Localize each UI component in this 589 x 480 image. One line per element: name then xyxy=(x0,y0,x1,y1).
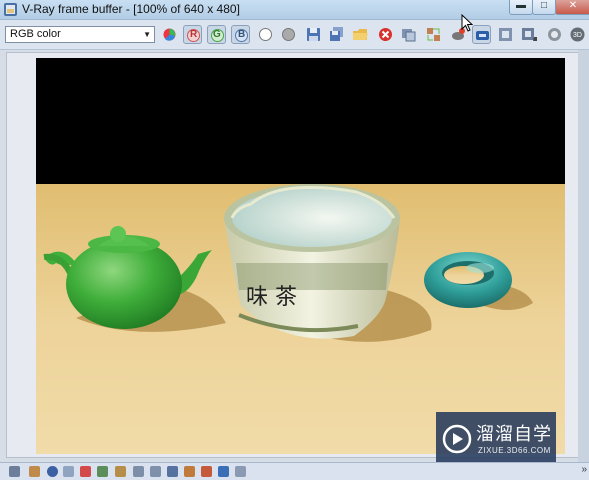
levels-icon[interactable] xyxy=(80,466,91,477)
exposure-icon[interactable] xyxy=(63,466,74,477)
red-channel-button[interactable]: R xyxy=(183,25,202,44)
status-bar: » xyxy=(0,462,589,480)
chevron-down-icon: ▼ xyxy=(143,30,151,39)
pixel-aspect-icon[interactable] xyxy=(235,466,246,477)
vertical-scrollbar[interactable] xyxy=(578,50,589,462)
last-render-button[interactable] xyxy=(520,25,539,44)
mouse-track-icon xyxy=(427,28,440,41)
history-panel-icon[interactable] xyxy=(9,466,20,477)
curves-icon[interactable] xyxy=(97,466,108,477)
watermark-name: 溜溜自学 xyxy=(476,424,552,445)
split-vertical-icon[interactable] xyxy=(218,466,229,477)
minimize-button[interactable]: ▬ xyxy=(509,0,533,15)
load-image-button[interactable] xyxy=(351,25,370,44)
window-title: V-Ray frame buffer - [100% of 640 x 480] xyxy=(22,2,240,16)
more-tools-icon[interactable]: » xyxy=(581,464,587,475)
monochrome-button[interactable] xyxy=(279,25,298,44)
gray-circle-icon xyxy=(282,28,295,41)
svg-text:3D: 3D xyxy=(573,32,582,39)
lut-icon[interactable] xyxy=(133,466,144,477)
rendered-image: 味 茶 xyxy=(36,58,565,454)
close-button[interactable]: ✕ xyxy=(555,0,589,15)
save-all-channels-button[interactable] xyxy=(327,25,346,44)
save-multiple-icon xyxy=(330,27,343,41)
color-picker-icon[interactable] xyxy=(29,466,40,477)
red-channel-label: R xyxy=(190,29,198,40)
corrections-icon xyxy=(548,28,561,41)
clear-icon xyxy=(379,28,392,41)
white-balance-icon[interactable] xyxy=(115,466,126,477)
history-icon xyxy=(522,28,537,41)
color-wheel-icon xyxy=(163,28,176,41)
watermark: 溜溜自学 ZIXUE.3D66.COM xyxy=(436,412,556,465)
blue-channel-button[interactable]: B xyxy=(231,25,250,44)
folder-icon xyxy=(353,29,368,40)
color-wheel-button[interactable] xyxy=(160,25,179,44)
link-to-renderer-button[interactable] xyxy=(472,25,491,44)
lens-effects-icon[interactable] xyxy=(167,466,178,477)
track-mouse-button[interactable] xyxy=(424,25,443,44)
black-background xyxy=(36,58,565,184)
channel-select-value: RGB color xyxy=(10,28,61,40)
mouse-cursor-icon xyxy=(461,14,473,32)
split-horizontal-icon[interactable] xyxy=(201,466,212,477)
duplicate-to-max-vfb-button[interactable] xyxy=(399,25,418,44)
maximize-button[interactable]: □ xyxy=(532,0,556,15)
settings-icon[interactable] xyxy=(150,466,161,477)
play-logo-icon xyxy=(442,424,472,454)
info-icon[interactable] xyxy=(47,466,58,477)
toolbar: RGB color ▼ R G B 3D xyxy=(0,20,589,50)
region-icon xyxy=(499,28,512,41)
clear-image-button[interactable] xyxy=(376,25,395,44)
torus xyxy=(424,252,512,308)
region-render-button[interactable] xyxy=(496,25,515,44)
alpha-white-button[interactable] xyxy=(256,25,275,44)
stereo-button[interactable]: 3D xyxy=(568,25,587,44)
watermark-url: ZIXUE.3D66.COM xyxy=(478,446,551,455)
save-icon xyxy=(307,28,320,41)
channel-select[interactable]: RGB color ▼ xyxy=(5,26,155,43)
title-bar: V-Ray frame buffer - [100% of 640 x 480]… xyxy=(0,0,589,20)
green-channel-button[interactable]: G xyxy=(207,25,226,44)
save-image-button[interactable] xyxy=(304,25,323,44)
show-corrections-button[interactable] xyxy=(545,25,564,44)
duplicate-icon xyxy=(402,29,416,42)
green-channel-label: G xyxy=(213,29,221,40)
link-icon xyxy=(476,31,489,40)
vray-app-icon xyxy=(4,3,17,16)
blue-channel-label: B xyxy=(238,29,246,40)
cup-calligraphy: 味 茶 xyxy=(246,285,297,310)
stereo-3d-icon: 3D xyxy=(570,27,585,42)
white-circle-icon xyxy=(259,28,272,41)
compare-ab-icon[interactable] xyxy=(184,466,195,477)
